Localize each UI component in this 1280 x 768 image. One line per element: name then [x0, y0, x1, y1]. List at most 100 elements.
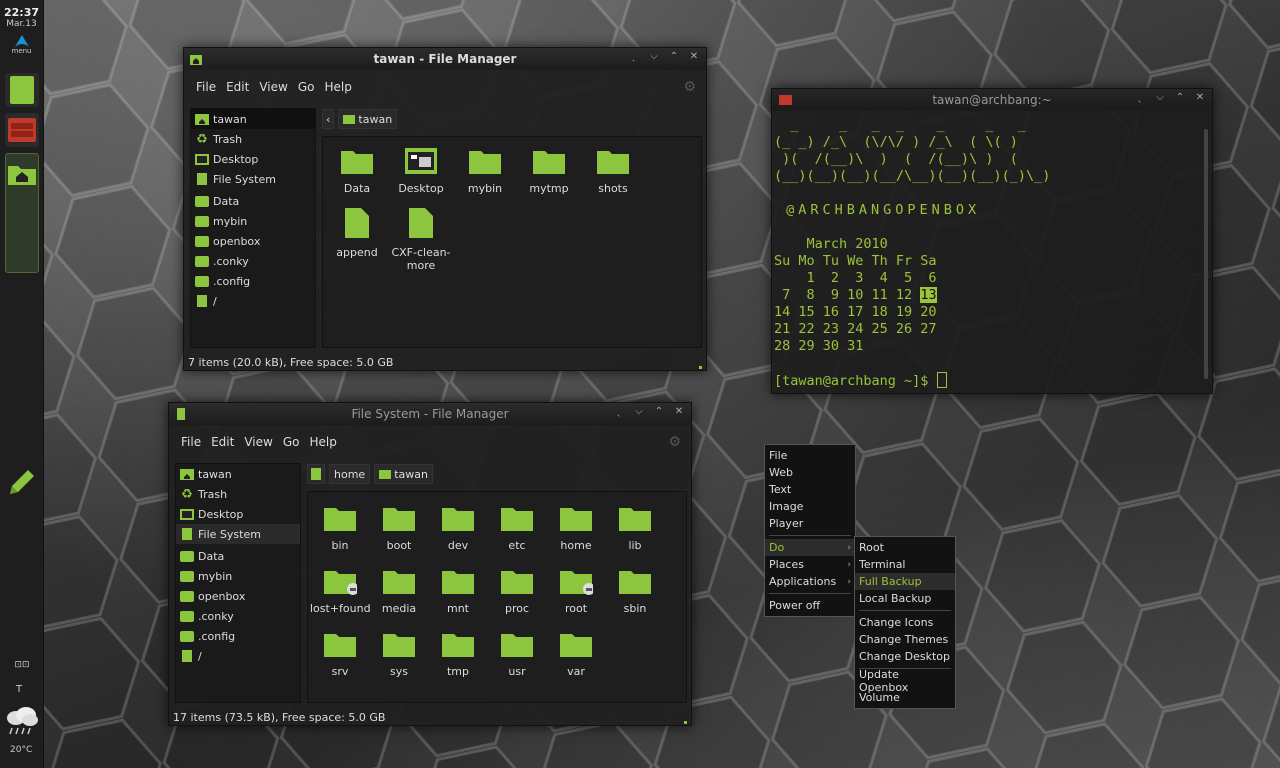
menu-item-terminal[interactable]: Terminal [855, 556, 955, 573]
path-back-button[interactable]: ‹ [322, 109, 335, 129]
sidebar-item-config[interactable]: .config [191, 271, 315, 291]
menu-item-player[interactable]: Player [765, 515, 855, 532]
sidebar-item-openbox[interactable]: openbox [191, 231, 315, 251]
file-item[interactable]: lost+found [310, 567, 371, 615]
menu-item-change-icons[interactable]: Change Icons [855, 614, 955, 631]
menu-go[interactable]: Go [283, 435, 300, 449]
menu-item-change-desktop[interactable]: Change Desktop [855, 648, 955, 665]
menu-item-local-backup[interactable]: Local Backup [855, 590, 955, 607]
file-item[interactable]: bin [310, 504, 370, 552]
path-button-home[interactable]: home [329, 464, 371, 484]
minimize-button[interactable]: ⌵ [1154, 92, 1166, 103]
sidebar-item-desktop[interactable]: Desktop [191, 149, 315, 169]
menu-view[interactable]: View [259, 80, 287, 94]
sidebar-item-file-system[interactable]: File System [191, 169, 315, 189]
menu-button[interactable]: menu [7, 35, 37, 59]
file-item[interactable]: proc [487, 567, 547, 615]
shade-button[interactable]: ˎ [613, 406, 625, 417]
sidebar-item-config[interactable]: .config [176, 626, 300, 646]
sidebar-item-trash[interactable]: ♻ Trash [191, 129, 315, 149]
file-item[interactable]: sys [369, 630, 429, 678]
sidebar-item-data[interactable]: Data [191, 191, 315, 211]
resize-grip[interactable] [699, 366, 702, 369]
file-item[interactable]: Data [325, 147, 389, 195]
menu-edit[interactable]: Edit [211, 435, 234, 449]
file-item[interactable]: mybin [453, 147, 517, 195]
menu-edit[interactable]: Edit [226, 80, 249, 94]
shade-button[interactable]: ˎ [628, 51, 640, 62]
maximize-button[interactable]: ⌃ [668, 51, 680, 62]
sidebar-item-trash[interactable]: ♻ Trash [176, 484, 300, 504]
file-item[interactable]: var [546, 630, 606, 678]
shade-button[interactable]: ˎ [1134, 92, 1146, 103]
file-item[interactable]: Desktop [389, 147, 453, 195]
file-item[interactable]: CXF-clean-more [389, 207, 453, 272]
sidebar-item-conky[interactable]: .conky [176, 606, 300, 626]
pencil-icon[interactable] [6, 466, 38, 498]
file-item[interactable]: root [546, 567, 606, 615]
terminal-output[interactable]: _ _ _ _ _ _ _ (_ _) /_\ (\/\/ ) /_\ ( \( … [772, 111, 1212, 396]
path-button-tawan[interactable]: tawan [338, 109, 398, 129]
file-item[interactable]: lib [605, 504, 665, 552]
path-button-root[interactable] [307, 464, 325, 484]
scrollbar[interactable] [1204, 129, 1208, 379]
menu-item-root[interactable]: Root [855, 539, 955, 556]
file-item[interactable]: etc [487, 504, 547, 552]
launcher-terminal[interactable] [4, 113, 39, 147]
file-item[interactable]: boot [369, 504, 429, 552]
menu-file[interactable]: File [196, 80, 216, 94]
close-button[interactable]: ✕ [688, 51, 700, 62]
menu-item-file[interactable]: File [765, 447, 855, 464]
minimize-button[interactable]: ⌵ [648, 51, 660, 62]
sidebar-item-tawan[interactable]: tawan [176, 464, 300, 484]
file-item[interactable]: dev [428, 504, 488, 552]
menu-item-applications[interactable]: Applications › [765, 573, 855, 590]
file-item[interactable]: usr [487, 630, 547, 678]
sidebar-item-openbox[interactable]: openbox [176, 586, 300, 606]
file-item[interactable]: append [325, 207, 389, 259]
tray-indicator[interactable]: ⊡⊡ [12, 660, 32, 670]
sidebar-item-root[interactable]: / [176, 646, 300, 666]
menu-item-web[interactable]: Web [765, 464, 855, 481]
menu-view[interactable]: View [244, 435, 272, 449]
titlebar[interactable]: File System - File Manager ˎ ⌵ ⌃ ✕ [169, 403, 691, 425]
sidebar-item-file-system[interactable]: File System [176, 524, 300, 544]
menu-item-text[interactable]: Text [765, 481, 855, 498]
launcher-home[interactable] [4, 153, 39, 273]
titlebar[interactable]: tawan@archbang:~ ˎ ⌵ ⌃ ✕ [772, 89, 1212, 111]
sidebar-item-mybin[interactable]: mybin [176, 566, 300, 586]
menu-item-places[interactable]: Places › [765, 556, 855, 573]
file-item[interactable]: shots [581, 147, 645, 195]
close-button[interactable]: ✕ [1194, 92, 1206, 103]
file-item[interactable]: media [369, 567, 429, 615]
sidebar-item-root[interactable]: / [191, 291, 315, 311]
file-item[interactable]: mnt [428, 567, 488, 615]
file-item[interactable]: mytmp [517, 147, 581, 195]
titlebar[interactable]: tawan - File Manager ˎ ⌵ ⌃ ✕ [184, 48, 706, 70]
menu-file[interactable]: File [181, 435, 201, 449]
menu-item-power-off[interactable]: Power off [765, 597, 855, 614]
maximize-button[interactable]: ⌃ [653, 406, 665, 417]
minimize-button[interactable]: ⌵ [633, 406, 645, 417]
file-item[interactable]: tmp [428, 630, 488, 678]
menu-help[interactable]: Help [309, 435, 336, 449]
menu-help[interactable]: Help [324, 80, 351, 94]
file-item[interactable]: srv [310, 630, 370, 678]
menu-item-image[interactable]: Image [765, 498, 855, 515]
menu-item-full-backup[interactable]: Full Backup [855, 573, 955, 590]
menu-go[interactable]: Go [298, 80, 315, 94]
launcher-editor[interactable] [4, 73, 39, 107]
file-item[interactable]: sbin [605, 567, 665, 615]
close-button[interactable]: ✕ [673, 406, 685, 417]
path-button-tawan[interactable]: tawan [374, 464, 433, 484]
file-item[interactable]: home [546, 504, 606, 552]
sidebar-item-conky[interactable]: .conky [191, 251, 315, 271]
menu-item-do[interactable]: Do › [765, 539, 855, 556]
resize-grip[interactable] [684, 721, 687, 724]
tray-t-indicator[interactable]: T [16, 684, 22, 695]
sidebar-item-mybin[interactable]: mybin [191, 211, 315, 231]
sidebar-item-tawan[interactable]: tawan [191, 109, 315, 129]
menu-item-change-themes[interactable]: Change Themes [855, 631, 955, 648]
sidebar-item-data[interactable]: Data [176, 546, 300, 566]
maximize-button[interactable]: ⌃ [1174, 92, 1186, 103]
